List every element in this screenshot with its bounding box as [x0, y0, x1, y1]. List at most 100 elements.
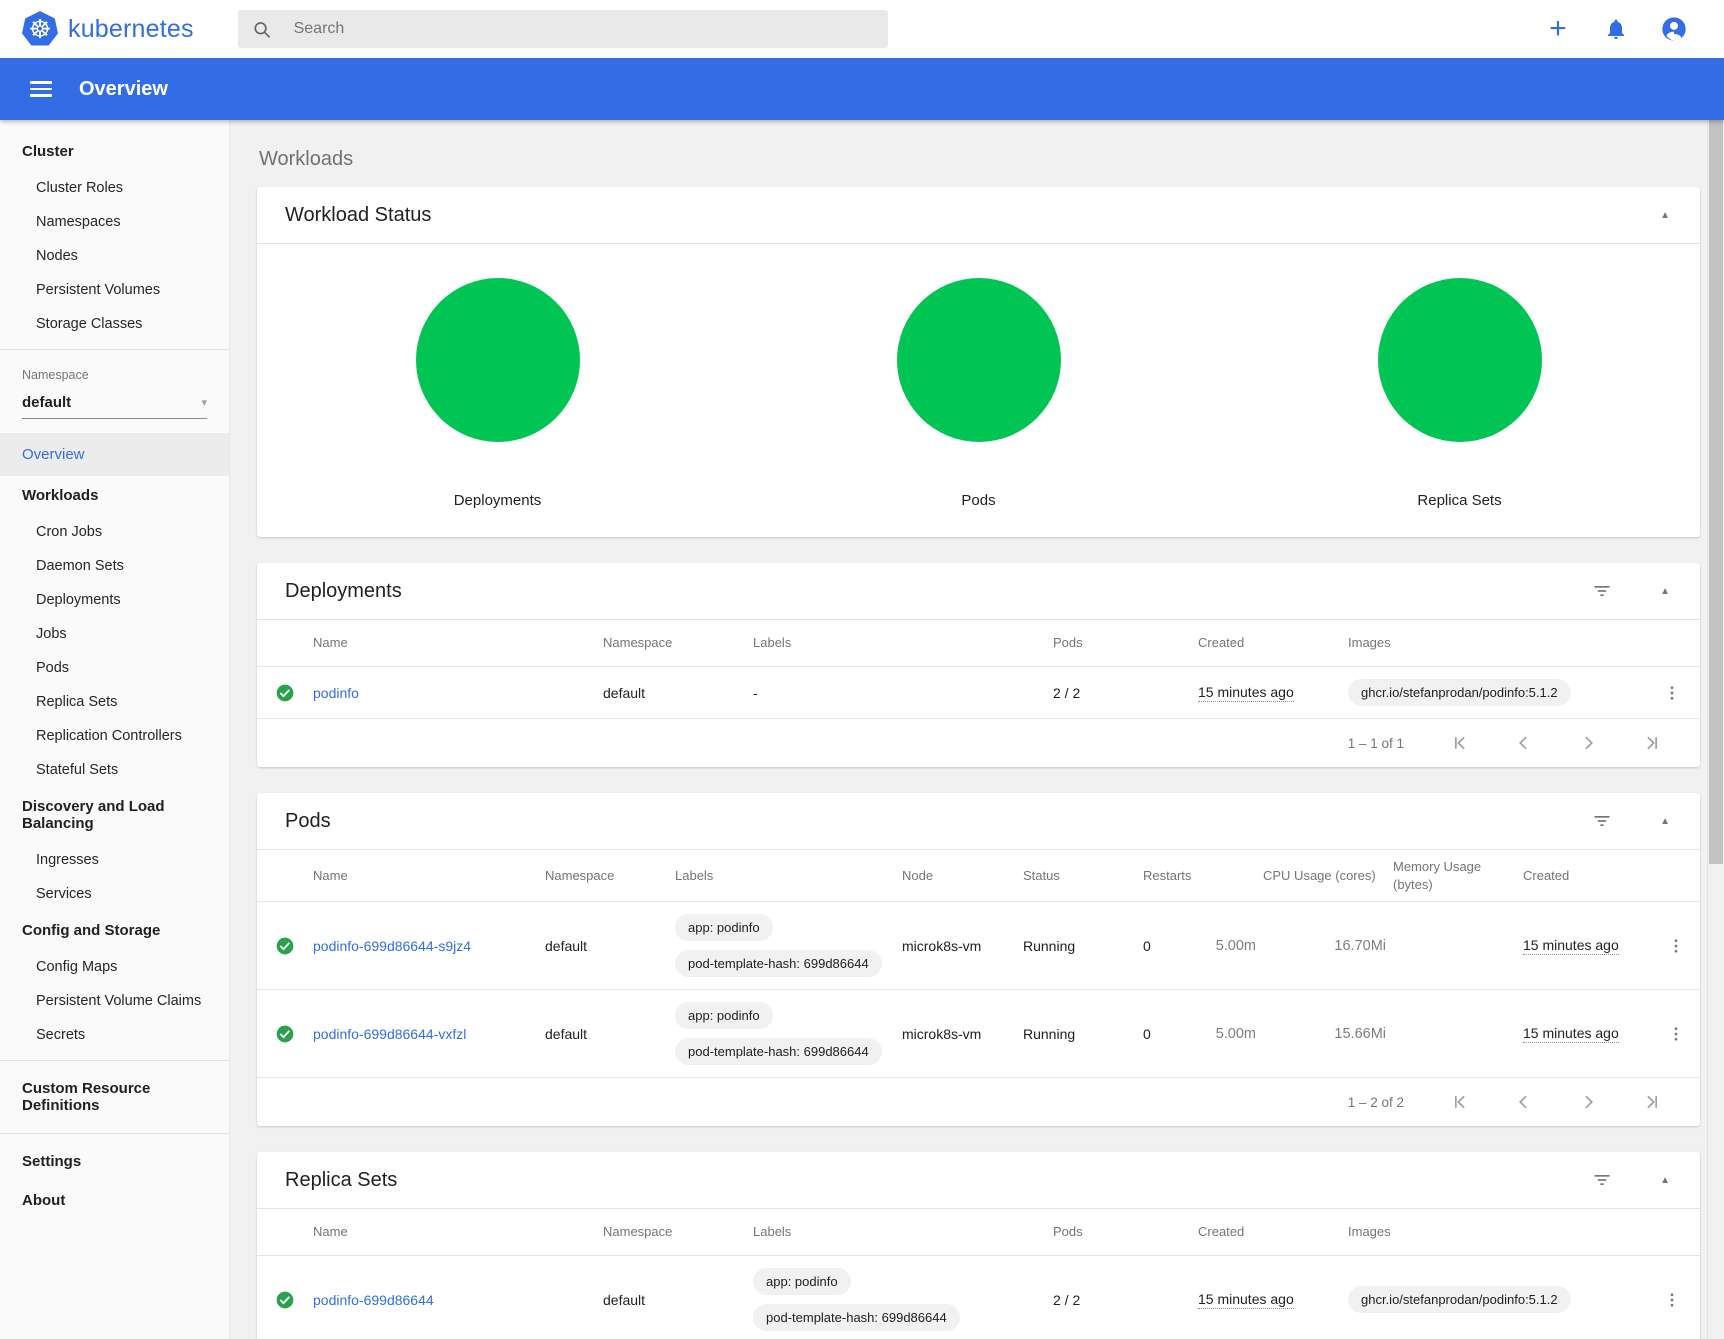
kubernetes-logo-icon: ☸ [22, 11, 58, 47]
sidebar-item-replica-sets[interactable]: Replica Sets [0, 685, 229, 719]
pods-card: Pods ▲ Name Namespace Labels N [257, 793, 1700, 1126]
vertical-scrollbar[interactable] [1707, 120, 1724, 1339]
sidebar-item-cron-jobs[interactable]: Cron Jobs [0, 515, 229, 549]
first-page-icon [1450, 733, 1470, 753]
sidebar-item-overview[interactable]: Overview [0, 433, 229, 476]
collapse-card-button[interactable]: ▲ [1660, 210, 1670, 221]
status-ok-check-icon [275, 936, 295, 956]
column-header: Labels [675, 859, 902, 893]
sidebar-item-deployments[interactable]: Deployments [0, 583, 229, 617]
sidebar-group-cluster[interactable]: Cluster [0, 132, 229, 171]
pods-status-donut [897, 278, 1061, 442]
row-menu-button[interactable] [1667, 937, 1685, 955]
pod-link[interactable]: podinfo-699d86644-vxfzl [313, 1026, 466, 1042]
column-header: Created [1198, 626, 1348, 660]
sidebar-nav: Cluster Cluster Roles Namespaces Nodes P… [0, 120, 230, 1339]
column-header: Pods [1053, 626, 1198, 660]
next-page-button[interactable] [1578, 733, 1598, 753]
sidebar-item-settings[interactable]: Settings [0, 1142, 229, 1181]
pod-link[interactable]: podinfo-699d86644-s9jz4 [313, 938, 471, 954]
prev-page-button[interactable] [1514, 733, 1534, 753]
row-menu-button[interactable] [1667, 1025, 1685, 1043]
card-title-pods: Pods [285, 810, 331, 833]
filter-list-icon [1592, 1170, 1612, 1190]
collapse-card-button[interactable]: ▲ [1660, 586, 1670, 597]
last-page-button[interactable] [1642, 733, 1662, 753]
deployments-pagination: 1 – 1 of 1 [257, 719, 1700, 767]
top-actions: + [1544, 15, 1724, 43]
filter-button[interactable] [1592, 581, 1612, 601]
table-row: podinfo-699d86644-vxfzl default app: pod… [257, 990, 1700, 1078]
chevron-left-icon [1514, 733, 1534, 753]
sidebar-item-nodes[interactable]: Nodes [0, 239, 229, 273]
column-header: Images [1348, 1215, 1644, 1249]
sidebar-item-custom-resource-definitions[interactable]: Custom Resource Definitions [0, 1069, 229, 1125]
prev-page-button[interactable] [1514, 1092, 1534, 1112]
card-title-deployments: Deployments [285, 580, 402, 603]
sidebar-item-daemon-sets[interactable]: Daemon Sets [0, 549, 229, 583]
column-header: Namespace [603, 1215, 753, 1249]
page-title: Overview [79, 78, 168, 101]
notifications-button[interactable] [1602, 15, 1630, 43]
filter-list-icon [1592, 811, 1612, 831]
column-header: Status [1023, 859, 1143, 893]
column-header: Namespace [545, 859, 675, 893]
chevron-right-icon [1578, 733, 1598, 753]
sidebar-item-secrets[interactable]: Secrets [0, 1018, 229, 1052]
sidebar-item-storage-classes[interactable]: Storage Classes [0, 307, 229, 341]
sidebar-group-workloads[interactable]: Workloads [0, 476, 229, 515]
sidebar-item-replication-controllers[interactable]: Replication Controllers [0, 719, 229, 753]
sidebar-item-namespaces[interactable]: Namespaces [0, 205, 229, 239]
kebab-menu-icon [1663, 684, 1681, 702]
sidebar-item-persistent-volumes[interactable]: Persistent Volumes [0, 273, 229, 307]
search-input[interactable] [294, 20, 874, 38]
sidebar-item-cluster-roles[interactable]: Cluster Roles [0, 171, 229, 205]
brand[interactable]: ☸ kubernetes [0, 11, 238, 47]
first-page-button[interactable] [1450, 733, 1470, 753]
image-chip: ghcr.io/stefanprodan/podinfo:5.1.2 [1348, 1286, 1571, 1313]
collapse-card-button[interactable]: ▲ [1660, 816, 1670, 827]
column-header: Name [313, 859, 545, 893]
namespace-select[interactable]: default ▾ [22, 394, 207, 419]
next-page-button[interactable] [1578, 1092, 1598, 1112]
sidebar-group-discovery[interactable]: Discovery and Load Balancing [0, 787, 229, 843]
deployments-card: Deployments ▲ Name Namespace Labels [257, 563, 1700, 767]
deployments-table-header: Name Namespace Labels Pods Created Image… [257, 619, 1700, 667]
column-header: Node [902, 859, 1023, 893]
menu-hamburger-icon[interactable] [30, 81, 52, 97]
sidebar-item-services[interactable]: Services [0, 877, 229, 911]
cell-node: microk8s-vm [902, 1014, 1023, 1054]
cell-pods: 2 / 2 [1053, 673, 1198, 713]
last-page-button[interactable] [1642, 1092, 1662, 1112]
deployment-link[interactable]: podinfo [313, 685, 359, 701]
scrollbar-thumb[interactable] [1709, 120, 1723, 864]
collapse-arrow-icon: ▲ [1660, 210, 1670, 221]
sidebar-item-pods[interactable]: Pods [0, 651, 229, 685]
replica-set-link[interactable]: podinfo-699d86644 [313, 1292, 434, 1308]
sidebar-item-jobs[interactable]: Jobs [0, 617, 229, 651]
column-header: Namespace [603, 626, 753, 660]
sidebar-item-ingresses[interactable]: Ingresses [0, 843, 229, 877]
filter-button[interactable] [1592, 811, 1612, 831]
first-page-button[interactable] [1450, 1092, 1470, 1112]
kebab-menu-icon [1667, 937, 1685, 955]
sidebar-item-persistent-volume-claims[interactable]: Persistent Volume Claims [0, 984, 229, 1018]
cell-labels: - [753, 673, 1053, 713]
column-header: Images [1348, 626, 1644, 660]
account-circle-icon [1660, 15, 1688, 43]
collapse-card-button[interactable]: ▲ [1660, 1175, 1670, 1186]
row-menu-button[interactable] [1663, 684, 1681, 702]
sidebar-item-stateful-sets[interactable]: Stateful Sets [0, 753, 229, 787]
account-button[interactable] [1660, 15, 1688, 43]
chevron-down-icon: ▾ [201, 396, 207, 409]
kebab-menu-icon [1663, 1291, 1681, 1309]
pods-table-header: Name Namespace Labels Node Status Restar… [257, 849, 1700, 902]
filter-button[interactable] [1592, 1170, 1612, 1190]
search-bar[interactable] [238, 10, 888, 48]
row-menu-button[interactable] [1663, 1291, 1681, 1309]
sidebar-group-config[interactable]: Config and Storage [0, 911, 229, 950]
column-header: Labels [753, 1215, 1053, 1249]
create-resource-button[interactable]: + [1544, 15, 1572, 43]
sidebar-item-about[interactable]: About [0, 1181, 229, 1220]
sidebar-item-config-maps[interactable]: Config Maps [0, 950, 229, 984]
